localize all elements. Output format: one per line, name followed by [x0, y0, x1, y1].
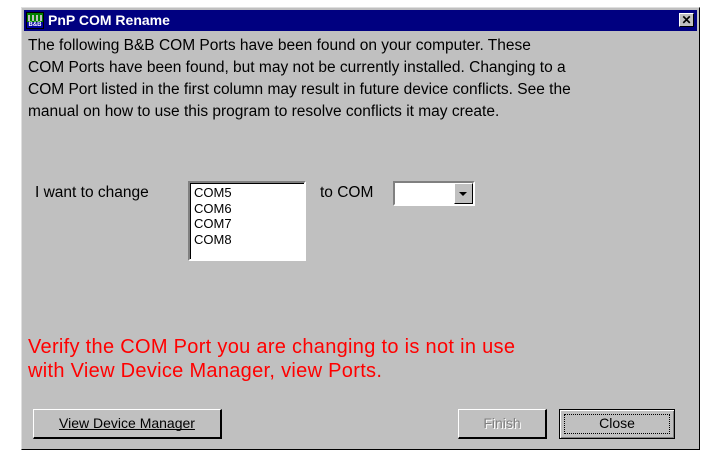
close-icon[interactable]: ✕: [679, 13, 694, 27]
intro-text: The following B&B COM Ports have been fo…: [28, 37, 571, 120]
view-device-manager-button[interactable]: View Device Manager: [33, 409, 222, 439]
warning-text: Verify the COM Port you are changing to …: [28, 336, 516, 382]
focus-rect: [564, 414, 670, 434]
list-item[interactable]: COM6: [194, 201, 304, 217]
finish-label: Finish: [483, 415, 521, 431]
window-title: PnP COM Rename: [48, 12, 170, 28]
view-device-manager-label: View Device Manager: [59, 415, 195, 431]
pnp-com-rename-dialog: B&B PnP COM Rename ✕ The following B&B C…: [21, 7, 700, 450]
list-item[interactable]: COM5: [194, 185, 304, 201]
chevron-down-icon: [459, 192, 467, 196]
finish-button[interactable]: Finish: [458, 409, 547, 439]
com-port-list[interactable]: COM5 COM6 COM7 COM8: [188, 181, 306, 261]
dropdown-button[interactable]: [454, 183, 473, 204]
to-com-select[interactable]: [393, 181, 475, 206]
title-bar[interactable]: B&B PnP COM Rename ✕: [24, 10, 697, 31]
to-com-label: to COM: [320, 184, 374, 201]
app-icon-badge: B&B: [27, 22, 43, 28]
bb-board-icon: B&B: [26, 12, 44, 29]
change-label: I want to change: [35, 184, 149, 201]
list-item[interactable]: COM8: [194, 232, 304, 248]
list-item[interactable]: COM7: [194, 216, 304, 232]
close-button[interactable]: Close: [559, 409, 675, 439]
